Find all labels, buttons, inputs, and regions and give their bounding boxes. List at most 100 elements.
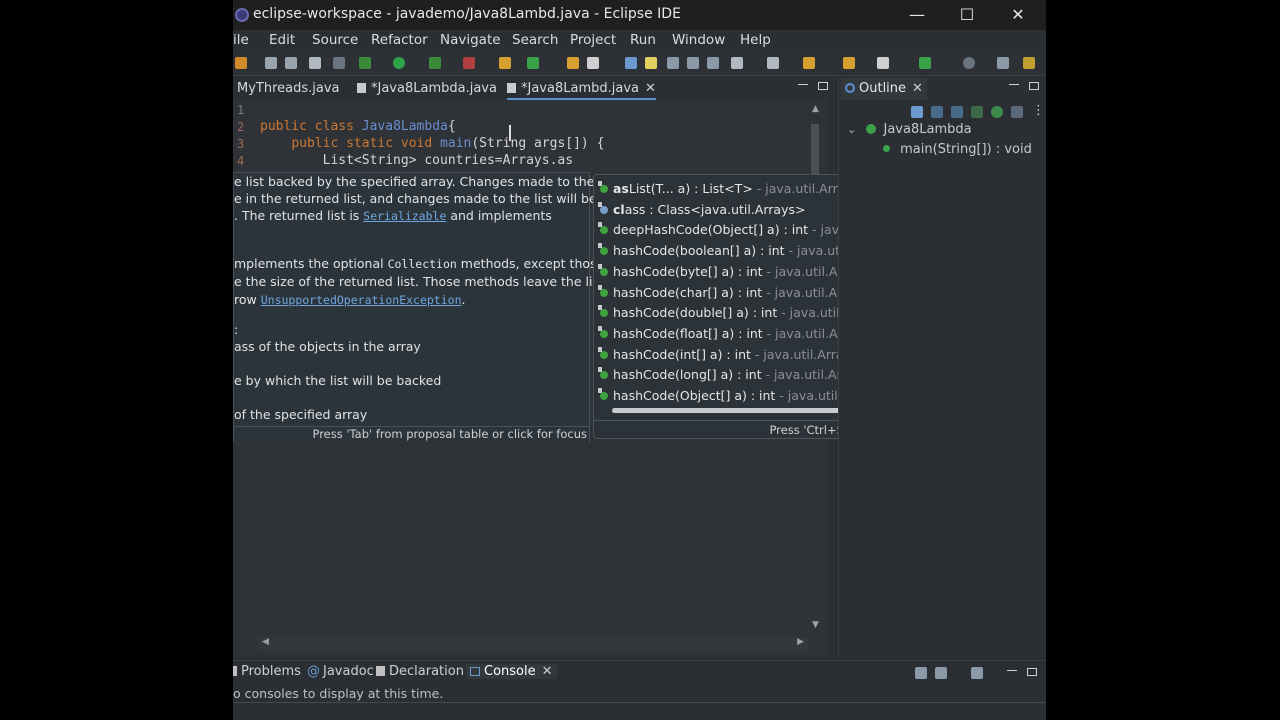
menu-navigate[interactable]: Navigate	[440, 32, 501, 48]
coverage-icon[interactable]	[429, 57, 441, 69]
unsupported-operation-exception-link[interactable]: UnsupportedOperationException	[261, 293, 462, 307]
scroll-up-icon[interactable]: ▲	[812, 104, 819, 114]
pilcrow-icon[interactable]	[707, 57, 719, 69]
mouse-text-cursor	[509, 125, 511, 141]
proposal-bold-text: cl	[613, 201, 625, 217]
hide-nonpublic-icon[interactable]	[991, 106, 1003, 118]
tree-item-class[interactable]: ⌄ Java8Lambda	[847, 122, 972, 137]
tab-outline[interactable]: Outline ✕	[841, 78, 927, 100]
menu-source[interactable]: Source	[312, 32, 358, 48]
perspective-java-icon[interactable]	[997, 57, 1009, 69]
search-tool-icon[interactable]	[587, 57, 599, 69]
open-type-icon[interactable]	[567, 57, 579, 69]
quick-access-search-icon[interactable]	[963, 57, 975, 69]
menu-edit[interactable]: Edit	[269, 32, 295, 48]
open-console-icon[interactable]	[971, 667, 983, 679]
javadoc-hover-popup[interactable]: e list backed by the specified array. Ch…	[233, 172, 604, 442]
scroll-right-icon[interactable]: ▶	[797, 637, 804, 647]
new-java-project-icon[interactable]	[499, 57, 511, 69]
hide-static-icon[interactable]	[971, 106, 983, 118]
tab-problems[interactable]: Problems	[233, 664, 301, 679]
menu-refactor[interactable]: Refactor	[371, 32, 428, 48]
eclipse-logo-icon	[235, 8, 249, 22]
scroll-down-icon[interactable]: ▼	[812, 620, 819, 630]
external-tools-icon[interactable]	[463, 57, 475, 69]
save-icon[interactable]	[265, 57, 277, 69]
tab-declaration[interactable]: Declaration	[376, 664, 464, 679]
menu-file[interactable]: ile	[233, 32, 249, 48]
status-bar	[233, 702, 1046, 720]
new-class-icon[interactable]	[527, 57, 539, 69]
perspective-debug-icon[interactable]	[1023, 57, 1035, 69]
outline-class-name: Java8Lambda	[883, 122, 972, 137]
maximize-editor-icon[interactable]	[818, 82, 828, 90]
public-method-icon	[598, 367, 608, 380]
skip-breakpoints-icon[interactable]	[333, 57, 345, 69]
next-annotation-icon[interactable]	[731, 57, 743, 69]
line-number: 3	[237, 137, 245, 151]
proposal-rest-text: hashCode(float[] a) : int	[613, 325, 763, 341]
open-task-icon[interactable]	[625, 57, 637, 69]
display-console-icon[interactable]	[915, 667, 927, 679]
hide-fields-icon[interactable]	[951, 106, 963, 118]
console-icon	[470, 667, 480, 676]
javadoc-text: and implements	[446, 208, 552, 223]
previous-annotation-icon[interactable]	[767, 57, 779, 69]
close-outline-icon[interactable]: ✕	[912, 81, 923, 96]
minimize-console-icon[interactable]	[1007, 670, 1017, 672]
collapse-all-icon[interactable]	[911, 106, 923, 118]
tab-java8lambda[interactable]: *Java8Lambda.java	[357, 78, 497, 100]
public-method-icon	[598, 284, 608, 297]
maximize-button[interactable]: ☐	[944, 2, 990, 28]
tab-console[interactable]: Console ✕	[466, 664, 557, 679]
bottom-panel-tabs: Problems @ Javadoc Declaration Console ✕	[233, 660, 1046, 684]
class-field-icon	[598, 201, 608, 214]
tab-mythreads[interactable]: MyThreads.java	[237, 78, 340, 100]
close-window-button[interactable]: ✕	[995, 2, 1041, 28]
close-tab-icon[interactable]: ✕	[645, 81, 656, 96]
close-console-icon[interactable]: ✕	[542, 664, 553, 679]
menu-run[interactable]: Run	[630, 32, 656, 48]
save-all-icon[interactable]	[285, 57, 297, 69]
javadoc-param-text: e by which the list will be backed	[234, 373, 442, 388]
minimize-editor-icon[interactable]	[798, 84, 808, 86]
sort-icon[interactable]	[931, 106, 943, 118]
last-edit-icon[interactable]	[803, 57, 815, 69]
javadoc-text-line6: row UnsupportedOperationException.	[234, 292, 466, 307]
open-perspective-icon[interactable]	[919, 57, 931, 69]
javadoc-text: methods, except those	[456, 256, 605, 271]
print-icon[interactable]	[309, 57, 321, 69]
tab-javadoc[interactable]: @ Javadoc	[307, 664, 374, 679]
tree-item-method[interactable]: main(String[]) : void	[883, 142, 1032, 157]
javadoc-returns-text: of the specified array	[234, 407, 368, 422]
serializable-link[interactable]: Serializable	[363, 209, 446, 223]
java-file-icon	[507, 83, 516, 93]
run-icon[interactable]	[393, 57, 405, 69]
scroll-left-icon[interactable]: ◀	[262, 637, 269, 647]
forward-icon[interactable]	[877, 57, 889, 69]
editor-horizontal-scrollbar[interactable]: ◀ ▶	[258, 637, 808, 651]
menu-project[interactable]: Project	[570, 32, 616, 48]
maximize-console-icon[interactable]	[1027, 668, 1037, 676]
javadoc-text: row	[234, 292, 261, 307]
show-whitespace-icon[interactable]	[687, 57, 699, 69]
view-menu-icon[interactable]: ⋮	[1032, 103, 1045, 118]
scroll-thumb[interactable]	[811, 124, 819, 174]
new-icon[interactable]	[235, 57, 247, 69]
debug-icon[interactable]	[359, 57, 371, 69]
chevron-down-icon[interactable]: ⌄	[847, 123, 856, 136]
toggle-mark-occurrences-icon[interactable]	[645, 57, 657, 69]
maximize-outline-icon[interactable]	[1029, 82, 1039, 90]
minimize-button[interactable]: —	[894, 2, 940, 28]
toggle-block-selection-icon[interactable]	[667, 57, 679, 69]
hide-local-types-icon[interactable]	[1011, 106, 1023, 118]
menu-window[interactable]: Window	[672, 32, 725, 48]
back-icon[interactable]	[843, 57, 855, 69]
javadoc-text: e list backed by the specified array. Ch…	[234, 174, 595, 189]
menu-help[interactable]: Help	[740, 32, 771, 48]
tab-java8lambd-active[interactable]: *Java8Lambd.java ✕	[507, 78, 656, 100]
tab-label: Javadoc	[323, 664, 374, 679]
pin-console-icon[interactable]	[935, 667, 947, 679]
minimize-outline-icon[interactable]	[1009, 84, 1019, 86]
menu-search[interactable]: Search	[512, 32, 558, 48]
